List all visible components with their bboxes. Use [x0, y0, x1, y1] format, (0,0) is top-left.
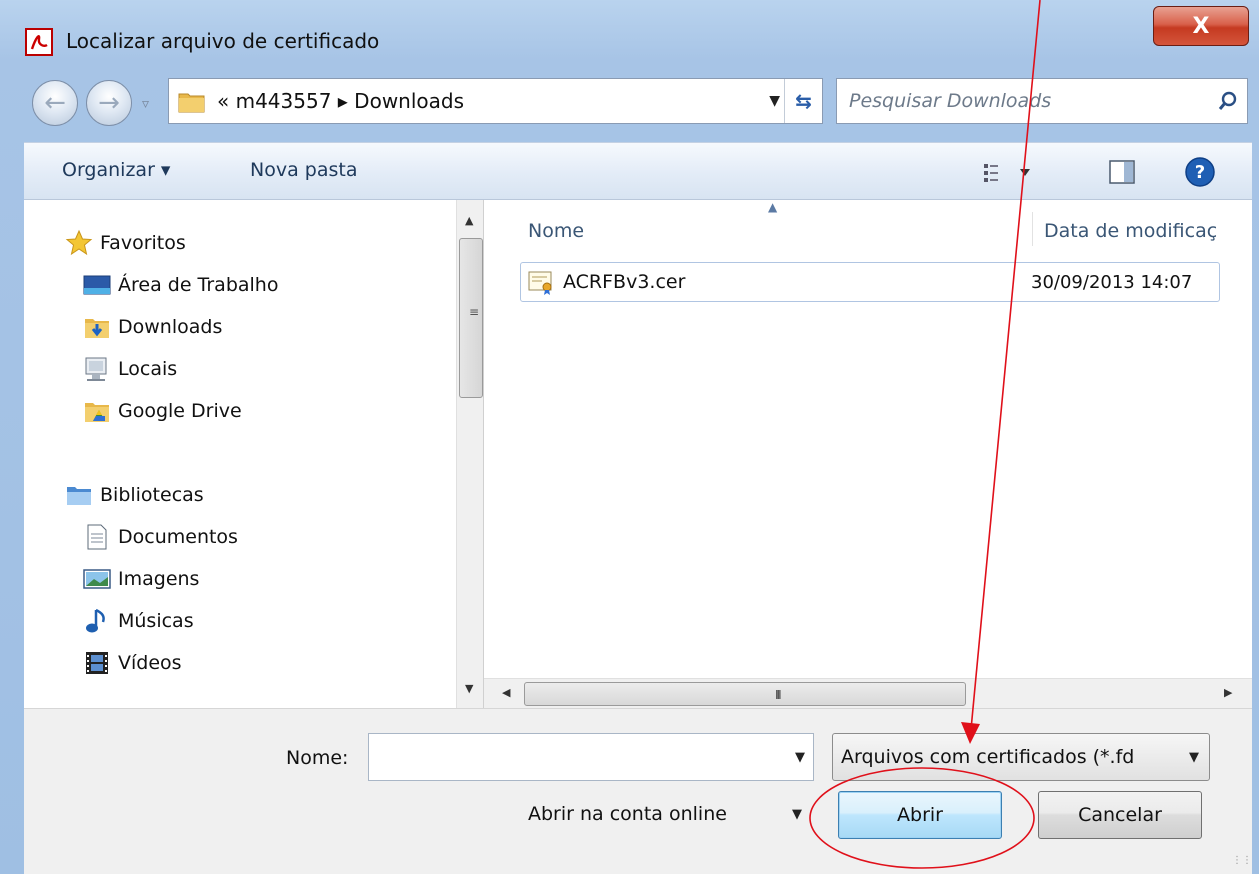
nav-libraries-header[interactable]: Bibliotecas [64, 480, 204, 510]
navigation-pane-scrollbar[interactable]: ▲ ≡ ▼ [456, 200, 484, 708]
horizontal-scrollbar-grip: III [775, 688, 781, 702]
nav-item-google-drive[interactable]: Google Drive [82, 396, 242, 426]
scrollbar-grip: ≡ [469, 305, 480, 319]
chevron-down-icon[interactable]: ▼ [1189, 750, 1199, 765]
search-icon[interactable] [1217, 90, 1239, 112]
window-title: Localizar arquivo de certificado [66, 29, 380, 53]
folder-icon [178, 93, 205, 113]
file-row[interactable]: ACRFBv3.cer 30/09/2013 14:07 [520, 262, 1220, 302]
horizontal-scrollbar-thumb[interactable]: III [524, 682, 966, 706]
nav-item-recent-places[interactable]: Locais [82, 354, 177, 384]
open-online-account-button[interactable]: Abrir na conta online [528, 803, 727, 825]
chevron-down-icon[interactable]: ▼ [792, 807, 802, 822]
navigation-pane: Favoritos Área de Trabalho Downloads Loc… [24, 200, 456, 708]
column-divider[interactable] [1032, 212, 1033, 246]
nav-item-downloads[interactable]: Downloads [82, 312, 222, 342]
back-button[interactable]: ← [32, 80, 78, 126]
downloads-folder-icon [82, 312, 112, 342]
scroll-left-icon[interactable]: ◀ [502, 686, 510, 699]
certificate-icon [528, 271, 552, 295]
file-list-horizontal-scrollbar[interactable]: ◀ III ▶ [484, 678, 1252, 708]
dialog-footer: Nome: ▼ Arquivos com certificados (*.fd … [24, 708, 1252, 874]
file-name-label: Nome: [286, 747, 349, 769]
nav-item-pictures[interactable]: Imagens [82, 564, 199, 594]
scroll-up-icon[interactable]: ▲ [465, 214, 473, 227]
close-button[interactable]: X [1153, 6, 1249, 46]
address-history-dropdown[interactable]: ▼ [769, 93, 780, 109]
title-bar[interactable]: Localizar arquivo de certificado X [0, 0, 1259, 66]
arrow-right-icon: → [98, 88, 120, 118]
google-drive-folder-icon [82, 396, 112, 426]
file-name: ACRFBv3.cer [563, 271, 686, 293]
new-folder-button[interactable]: Nova pasta [250, 159, 357, 181]
cancel-button[interactable]: Cancelar [1038, 791, 1202, 839]
search-input[interactable]: Pesquisar Downloads [849, 90, 1051, 112]
help-icon[interactable]: ? [1184, 156, 1216, 188]
scrollbar-thumb[interactable]: ≡ [459, 238, 483, 398]
scroll-right-icon[interactable]: ▶ [1224, 686, 1232, 699]
nav-item-desktop[interactable]: Área de Trabalho [82, 270, 278, 300]
arrow-left-icon: ← [44, 88, 66, 118]
pictures-icon [82, 564, 112, 594]
command-toolbar: Organizar ▾ Nova pasta ? [24, 142, 1252, 200]
close-icon: X [1192, 13, 1210, 39]
star-icon [64, 228, 94, 258]
chevron-down-icon[interactable]: ▼ [795, 750, 805, 765]
libraries-icon [64, 480, 94, 510]
column-header-name[interactable]: Nome [528, 220, 584, 242]
music-icon [82, 606, 112, 636]
sort-ascending-icon: ▲ [768, 200, 778, 214]
desktop-icon [82, 270, 112, 300]
file-dialog-window: Localizar arquivo de certificado X ← → ▿… [0, 0, 1259, 874]
file-name-combobox[interactable]: ▼ [368, 733, 814, 781]
recent-places-icon [82, 354, 112, 384]
file-name-input[interactable] [369, 734, 769, 778]
pdf-reader-app-icon [25, 28, 53, 56]
address-row: ← → ▿ « m443557 ▸ Downloads ▼ ⇆ Pesquisa… [24, 70, 1252, 130]
dialog-content: Favoritos Área de Trabalho Downloads Loc… [24, 200, 1252, 708]
resize-grip-icon[interactable]: ⋮⋮ [1232, 855, 1252, 866]
nav-item-videos[interactable]: Vídeos [82, 648, 182, 678]
file-list-pane: ▲ Nome Data de modificaç ACRFBv3.cer 30/… [484, 200, 1252, 708]
open-button[interactable]: Abrir [838, 791, 1002, 839]
column-header-date-modified[interactable]: Data de modificaç [1044, 220, 1252, 242]
file-date-modified: 30/09/2013 14:07 [1031, 272, 1193, 293]
preview-pane-icon[interactable] [1109, 159, 1135, 185]
videos-icon [82, 648, 112, 678]
svg-text:?: ? [1195, 162, 1205, 183]
forward-button[interactable]: → [86, 80, 132, 126]
scroll-down-icon[interactable]: ▼ [465, 682, 473, 695]
organize-button[interactable]: Organizar ▾ [62, 159, 170, 181]
nav-item-documents[interactable]: Documentos [82, 522, 238, 552]
recent-locations-dropdown[interactable]: ▿ [142, 96, 149, 112]
refresh-button[interactable]: ⇆ [784, 79, 822, 123]
refresh-icon: ⇆ [795, 89, 812, 113]
search-box[interactable]: Pesquisar Downloads [836, 78, 1248, 124]
address-path[interactable]: « m443557 ▸ Downloads [217, 89, 464, 113]
file-type-filter-value: Arquivos com certificados (*.fd [841, 746, 1135, 768]
nav-item-music[interactable]: Músicas [82, 606, 194, 636]
nav-favorites-header[interactable]: Favoritos [64, 228, 186, 258]
file-type-filter-select[interactable]: Arquivos com certificados (*.fd ▼ [832, 733, 1210, 781]
documents-icon [82, 522, 112, 552]
change-view-icon[interactable] [982, 159, 1042, 187]
address-bar[interactable]: « m443557 ▸ Downloads ▼ ⇆ [168, 78, 823, 124]
